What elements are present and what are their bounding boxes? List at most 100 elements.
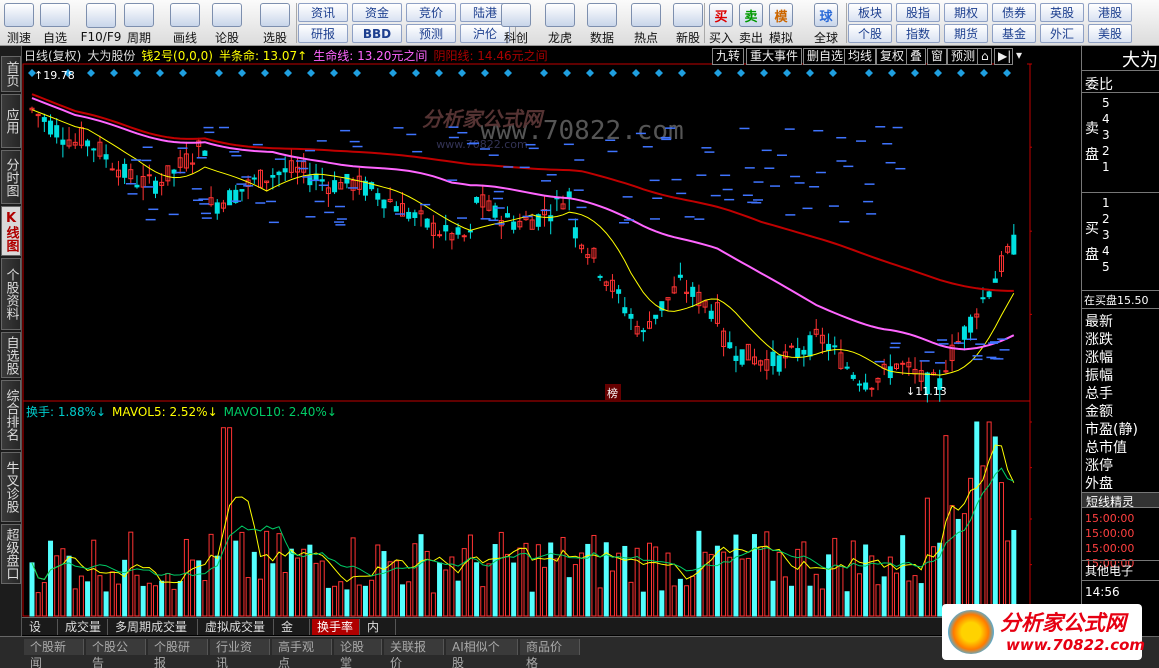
tab-多周期成交量[interactable]: 多周期成交量 (110, 619, 198, 635)
toolbar-grid-竞价[interactable]: 竞价 (406, 3, 456, 22)
toolbar-grid-期货[interactable]: 期货 (944, 24, 988, 43)
candle-body (832, 345, 838, 348)
toolbar-star-button[interactable]: 自选 (36, 0, 74, 46)
toolbar-ipo-button[interactable]: 新股 (668, 0, 708, 46)
nav-个股资料[interactable]: 个股资料 (1, 258, 21, 330)
toolbar-grid-股指[interactable]: 股指 (896, 3, 940, 22)
lock-icon[interactable]: ⌂ (977, 48, 992, 65)
buy-level: 5 (1102, 260, 1110, 274)
info-tab-个股新闻[interactable]: 个股新闻 (24, 639, 84, 668)
toolbar-grid-指数[interactable]: 指数 (896, 24, 940, 43)
toolbar-pencil-button[interactable]: 画线 (166, 0, 204, 46)
chart-button-九转[interactable]: 九转 (712, 48, 745, 65)
candle-body (54, 125, 60, 138)
event-diamond (353, 69, 361, 77)
nav-K线图[interactable]: K线图 (1, 206, 21, 256)
info-tab-个股研报[interactable]: 个股研报 (148, 639, 208, 668)
volume-bar (301, 548, 307, 617)
chart-button-删自选[interactable]: 删自选 (803, 48, 848, 65)
chart-header-item: 日线(复权) (24, 49, 82, 63)
toolbar-trade-3-button[interactable]: 球全球 (808, 0, 844, 46)
toolbar-trade-2-button[interactable]: 模模拟 (766, 0, 796, 46)
jump-end-icon[interactable]: ▶| (994, 48, 1013, 65)
toolbar-grid-基金[interactable]: 基金 (992, 24, 1036, 43)
left-nav: 首页 应用 分时图 K线图 个股资料 自选股 综合排名 牛叉诊股 超级盘口 (0, 46, 22, 668)
nav-超级盘口[interactable]: 超级盘口 (1, 524, 21, 584)
info-tab-AI相似个股[interactable]: AI相似个股 (446, 639, 518, 668)
toolbar-info-button[interactable]: F10/F9 (78, 0, 124, 46)
info-tab-商品价格[interactable]: 商品价格 (520, 639, 580, 668)
nav-综合排名[interactable]: 综合排名 (1, 380, 21, 450)
nav-首页[interactable]: 首页 (1, 56, 21, 92)
event-diamond (829, 69, 837, 77)
toolbar-chart-button[interactable]: 科创 (496, 0, 536, 46)
toolbar-search-chart-button[interactable]: 选股 (256, 0, 294, 46)
volume-bar (844, 591, 850, 617)
kline-chart[interactable]: www.70822.com分析家公式网www.70822.com19.7817.… (22, 46, 1032, 617)
chart-header-item: 半条命: 13.07↑ (218, 49, 308, 63)
volume-bar (554, 558, 560, 617)
chart-button-均线[interactable]: 均线 (844, 48, 877, 65)
chart-area[interactable]: www.70822.com分析家公式网www.70822.com19.7817.… (22, 46, 1032, 617)
jingling-label[interactable]: 短线精灵 (1086, 493, 1134, 510)
nav-牛叉诊股[interactable]: 牛叉诊股 (1, 452, 21, 522)
toolbar-grid-期权[interactable]: 期权 (944, 3, 988, 22)
event-diamond (609, 69, 617, 77)
toolbar-grid-板块[interactable]: 板块 (848, 3, 892, 22)
info-tab-论股堂[interactable]: 论股堂 (334, 639, 382, 668)
toolbar-speed-button[interactable]: 测速 (0, 0, 38, 46)
toolbar-grid-英股[interactable]: 英股 (1040, 3, 1084, 22)
volume-bar (504, 553, 510, 617)
tab-设置[interactable]: 设置 (24, 619, 58, 650)
chart-button-预测[interactable]: 预测 (947, 48, 980, 65)
toolbar-grid-BBD[interactable]: BBD (352, 24, 402, 43)
event-diamond (783, 69, 791, 77)
toolbar-label: 周期 (126, 31, 151, 45)
toolbar-grid-港股[interactable]: 港股 (1088, 3, 1132, 22)
max-price-label: ↑19.78 (34, 69, 75, 82)
volume-bar (609, 570, 615, 617)
chart-button-复权[interactable]: 复权 (876, 48, 909, 65)
toolbar-grid-资讯[interactable]: 资讯 (298, 3, 348, 22)
info-tab-行业资讯[interactable]: 行业资讯 (210, 639, 270, 668)
toolbar-grid-个股[interactable]: 个股 (848, 24, 892, 43)
toolbar-grid-研报[interactable]: 研报 (298, 24, 348, 43)
volume-bar (177, 580, 183, 617)
info-tab-关联报价[interactable]: 关联报价 (384, 639, 444, 668)
toolbar-dragon-button[interactable]: 龙虎 (540, 0, 580, 46)
nav-应用[interactable]: 应用 (1, 94, 21, 148)
tab-内盘[interactable]: 内盘 (362, 619, 396, 650)
toolbar-trade-1-button[interactable]: 卖卖出 (736, 0, 766, 46)
info-tab-个股公告[interactable]: 个股公告 (86, 639, 146, 668)
tab-成交量[interactable]: 成交量 (60, 619, 108, 635)
toolbar-grid-美股[interactable]: 美股 (1088, 24, 1132, 43)
toolbar-grid-资金[interactable]: 资金 (352, 3, 402, 22)
event-diamond (911, 69, 919, 77)
tab-虚拟成交量[interactable]: 虚拟成交量 (200, 619, 274, 635)
toolbar-clock-button[interactable]: 周期 (120, 0, 158, 46)
volume-bar (48, 540, 54, 617)
chart-button-重大事件[interactable]: 重大事件 (746, 48, 803, 65)
chart-button-叠[interactable]: 叠 (906, 48, 927, 65)
toolbar-trade-0-button[interactable]: 买买入 (706, 0, 736, 46)
nav-自选股[interactable]: 自选股 (1, 332, 21, 378)
toolbar-chat-button[interactable]: 论股 (208, 0, 246, 46)
volume-bar (492, 544, 498, 617)
volume-bar (807, 585, 813, 617)
toolbar-grid-预测[interactable]: 预测 (406, 24, 456, 43)
nav-分时图[interactable]: 分时图 (1, 150, 21, 204)
volume-bar (647, 542, 652, 617)
info-tab-高手观点[interactable]: 高手观点 (272, 639, 332, 668)
toolbar-grid-外汇[interactable]: 外汇 (1040, 24, 1084, 43)
chart-button-窗[interactable]: 窗 (927, 48, 948, 65)
tab-换手率[interactable]: 换手率 (312, 619, 360, 635)
toolbar-grid-债券[interactable]: 债券 (992, 3, 1036, 22)
tab-金额[interactable]: 金额 (276, 619, 310, 650)
candle-body (968, 316, 974, 333)
toolbar-pe-button[interactable]: 数据 (582, 0, 622, 46)
toolbar-fire-button[interactable]: 热点 (626, 0, 666, 46)
dropdown-icon[interactable]: ▾ (1013, 48, 1027, 65)
volume-bar (480, 586, 486, 617)
jingling-time: 15:00:00 (1085, 527, 1135, 540)
toolbar-label: 测速 (6, 31, 31, 45)
